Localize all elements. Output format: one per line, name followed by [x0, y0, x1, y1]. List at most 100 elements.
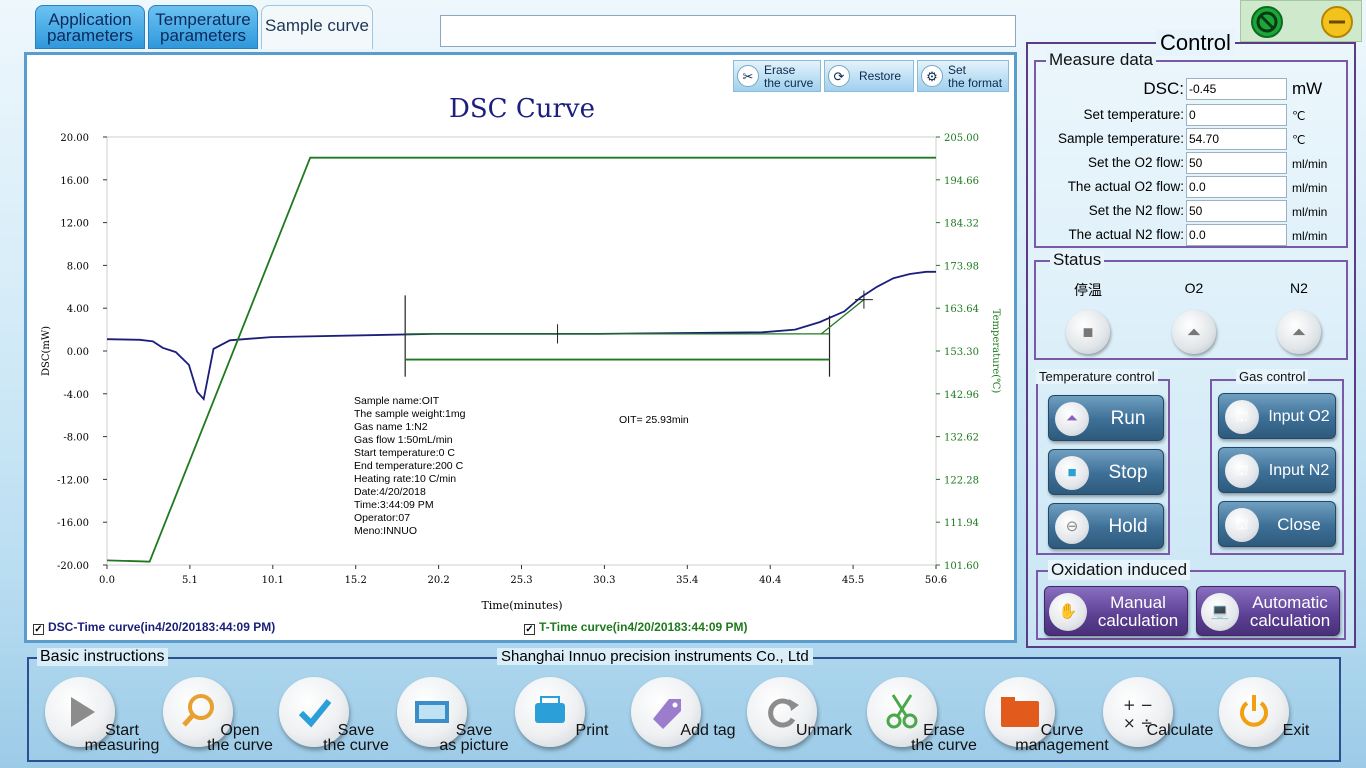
measure-unit: ℃ [1292, 133, 1306, 147]
input-n2-button[interactable]: ⛫ Input N2 [1218, 447, 1336, 493]
y-right-tick-label: 163.64 [944, 304, 979, 315]
measure-unit: ml/min [1292, 229, 1328, 243]
bottom-button-unmark[interactable]: Unmark [747, 677, 859, 757]
close-gas-button[interactable]: ⛫ Close [1218, 501, 1336, 547]
bottom-button-print[interactable]: Print [515, 677, 627, 757]
measure-value-field[interactable] [1186, 224, 1287, 246]
bottom-button-the-curve[interactable]: Open the curve [163, 677, 275, 757]
y-right-tick-label: 205.00 [944, 133, 979, 144]
y-right-tick-label: 142.96 [944, 390, 979, 401]
run-label: Run [1110, 408, 1146, 429]
measure-value-field[interactable] [1186, 78, 1287, 100]
legend-temp[interactable]: ✓ T-Time curve(in4/20/20183:44:09 PM) [524, 620, 748, 635]
auto-label-line2: calculation [1249, 611, 1331, 630]
x-tick-label: 30.3 [593, 575, 615, 586]
y-left-tick-label: -20.00 [57, 561, 89, 572]
basic-instructions-title: Basic instructions [37, 648, 168, 666]
status-group: Status 停温 O2 N2 ■ ⏶ ⏶ [1034, 250, 1348, 360]
bottom-button-calculate[interactable]: + − × ÷ Calculate [1103, 677, 1215, 757]
bottom-button-exit[interactable]: Exit [1219, 677, 1331, 757]
tab-label-line2: parameters [160, 26, 246, 45]
bottom-button-management[interactable]: Curve management [985, 677, 1109, 757]
y-left-tick-label: -4.00 [63, 390, 89, 401]
erase-curve-tool[interactable]: ✂ Erase the curve [733, 60, 821, 92]
checkbox-temp[interactable]: ✓ [524, 624, 535, 635]
y-right-tick-label: 173.98 [944, 261, 979, 272]
y-right-tick-label: 194.66 [944, 176, 979, 187]
tool-label-line2: the curve [764, 76, 814, 90]
restore-tool[interactable]: ⟳ Restore [824, 60, 914, 92]
chevron-up-icon: ⏶ [1186, 322, 1202, 342]
tab-temperature-parameters[interactable]: Temperature parameters [148, 5, 258, 49]
valve-icon: ⛫ [1225, 508, 1259, 542]
manual-calculation-button[interactable]: ✋ Manual calculation [1044, 586, 1188, 636]
laptop-icon: 💻 [1201, 593, 1239, 631]
info-line: Gas name 1:N2 [354, 421, 428, 433]
measure-value-field[interactable] [1186, 128, 1287, 150]
legend-temp-label: T-Time curve(in4/20/20183:44:09 PM) [539, 620, 748, 634]
status-label-o2: O2 [1184, 280, 1204, 296]
measure-value-field[interactable] [1186, 152, 1287, 174]
y-left-tick-label: -16.00 [57, 518, 89, 529]
hand-icon: ✋ [1049, 593, 1087, 631]
bottom-button-the-curve[interactable]: Erase the curve [867, 677, 979, 757]
bottom-button-as-picture[interactable]: Save as picture [397, 677, 509, 757]
measure-row: Set the O2 flow: ml/min [1036, 152, 1336, 174]
legend-dsc[interactable]: ✓ DSC-Time curve(in4/20/20183:44:09 PM) [33, 620, 275, 635]
y-left-tick-label: 8.00 [67, 261, 89, 272]
stop-label: Stop [1108, 462, 1148, 483]
tab-label-line2: parameters [47, 26, 133, 45]
bottom-button-the-curve[interactable]: Save the curve [279, 677, 391, 757]
measure-row: Set temperature: ℃ [1036, 104, 1336, 126]
run-button[interactable]: ⏶ Run [1048, 395, 1164, 441]
tab-sample-curve[interactable]: Sample curve [261, 5, 373, 49]
tab-application-parameters[interactable]: Application parameters [35, 5, 145, 49]
measure-unit: mW [1292, 79, 1323, 98]
info-line: Operator:07 [354, 512, 410, 524]
checkbox-dsc[interactable]: ✓ [33, 624, 44, 635]
manual-label-line1: Manual [1110, 593, 1166, 612]
set-format-tool[interactable]: ⚙ Set the format [917, 60, 1009, 92]
connect-icon [1256, 11, 1278, 33]
square-icon: ■ [1082, 322, 1094, 342]
measure-row: The actual O2 flow: ml/min [1036, 176, 1336, 198]
y-right-tick-label: 184.32 [944, 219, 979, 230]
y-right-tick-label: 153.30 [944, 347, 979, 358]
valve-icon: ⛫ [1225, 400, 1259, 434]
measure-label: Set temperature: [1083, 107, 1184, 122]
window-controls [1240, 0, 1362, 42]
y-left-tick-label: -8.00 [63, 433, 89, 444]
valve-icon: ⛫ [1225, 454, 1259, 488]
automatic-calculation-button[interactable]: 💻 Automatic calculation [1196, 586, 1340, 636]
minimize-button[interactable] [1321, 6, 1353, 38]
oxidation-induced-title: Oxidation induced [1048, 560, 1191, 580]
info-line: End temperature:200 C [354, 460, 464, 472]
tool-label-line2: the format [948, 76, 1003, 90]
input-n2-label: Input N2 [1268, 462, 1330, 479]
status-indicator-n2: ⏶ [1277, 310, 1321, 354]
hold-button[interactable]: ⊖ Hold [1048, 503, 1164, 549]
input-o2-label: Input O2 [1268, 408, 1330, 425]
measure-value-field[interactable] [1186, 176, 1287, 198]
measure-unit: ml/min [1292, 181, 1328, 195]
x-tick-label: 0.0 [99, 575, 115, 586]
y-left-tick-label: 4.00 [67, 304, 89, 315]
title-field[interactable] [440, 15, 1016, 47]
x-tick-label: 20.2 [427, 575, 449, 586]
measure-unit: ml/min [1292, 157, 1328, 171]
info-line: Gas flow 1:50mL/min [354, 434, 453, 446]
bottom-button-add-tag[interactable]: Add tag [631, 677, 743, 757]
bottom-button-measuring[interactable]: Start measuring [45, 677, 159, 757]
tangent-line [820, 299, 865, 335]
legend-dsc-label: DSC-Time curve(in4/20/20183:44:09 PM) [48, 620, 276, 634]
stop-button[interactable]: ■ Stop [1048, 449, 1164, 495]
input-o2-button[interactable]: ⛫ Input O2 [1218, 393, 1336, 439]
tool-label: Restore [859, 69, 902, 83]
measure-value-field[interactable] [1186, 104, 1287, 126]
hold-label: Hold [1108, 516, 1148, 537]
close-gas-label: Close [1277, 515, 1321, 534]
measure-value-field[interactable] [1186, 200, 1287, 222]
measure-label: Sample temperature: [1057, 131, 1184, 146]
y-right-tick-label: 132.62 [944, 433, 979, 444]
connect-button[interactable] [1251, 6, 1283, 38]
